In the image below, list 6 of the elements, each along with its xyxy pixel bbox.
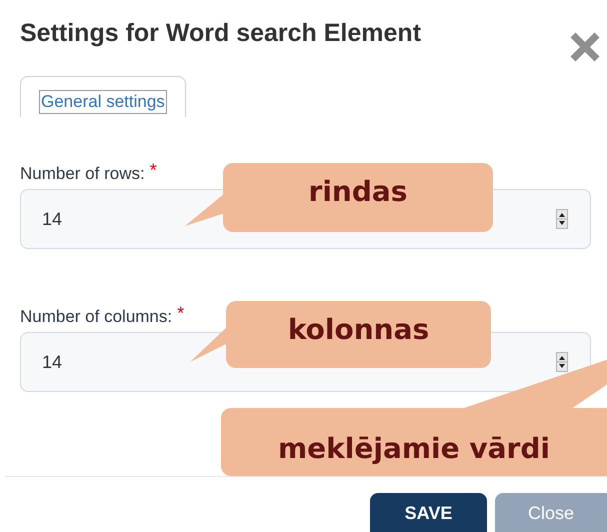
callout-tooltip: rindas bbox=[223, 163, 493, 232]
field-label: Number of columns: bbox=[20, 306, 172, 328]
field-label: Number of rows: bbox=[20, 163, 145, 185]
required-mark: * bbox=[177, 304, 184, 322]
required-mark: * bbox=[150, 161, 157, 179]
dialog-title: Settings for Word search Element bbox=[20, 18, 422, 49]
